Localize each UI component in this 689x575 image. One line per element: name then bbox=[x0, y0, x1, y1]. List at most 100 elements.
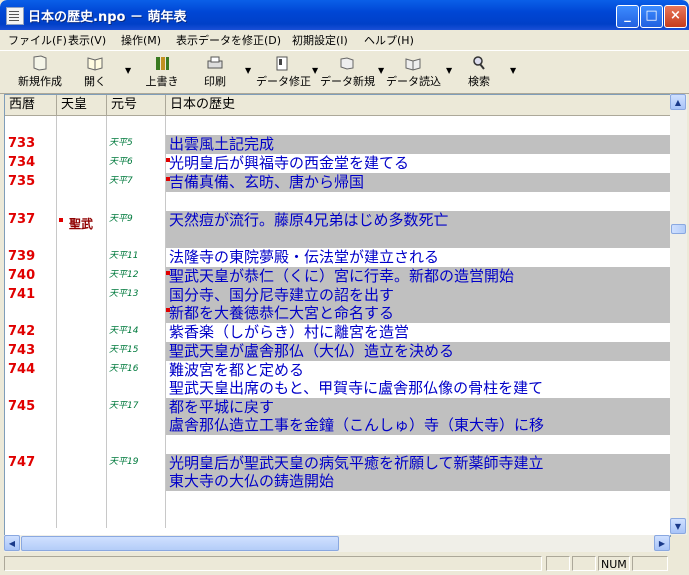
menu-view[interactable]: 表示(V) bbox=[68, 32, 106, 48]
year-cell[interactable]: 745 bbox=[5, 398, 57, 435]
print-dropdown-icon[interactable]: ▼ bbox=[245, 66, 251, 75]
table-row[interactable]: 733 天平5 出雲風土記完成 bbox=[5, 135, 670, 154]
year-cell[interactable]: 733 bbox=[5, 135, 57, 154]
horizontal-scrollbar[interactable]: ◀ ▶ bbox=[4, 535, 670, 552]
year-cell[interactable] bbox=[5, 435, 57, 454]
vertical-scrollbar[interactable]: ▲ ▼ bbox=[670, 94, 687, 535]
era-cell[interactable] bbox=[107, 491, 166, 528]
history-cell[interactable]: 光明皇后が興福寺の西金堂を建てる bbox=[166, 154, 670, 173]
emperor-cell[interactable] bbox=[57, 154, 107, 173]
year-cell[interactable]: 742 bbox=[5, 323, 57, 342]
year-cell[interactable] bbox=[5, 116, 57, 135]
emperor-cell[interactable] bbox=[57, 361, 107, 398]
scroll-right-icon[interactable]: ▶ bbox=[654, 535, 670, 551]
history-cell[interactable]: 都を平城に戻す 盧舎那仏造立工事を金鐘（こんしゅ）寺（東大寺）に移 bbox=[166, 398, 670, 435]
header-history[interactable]: 日本の歴史 bbox=[166, 95, 670, 115]
year-cell[interactable] bbox=[5, 192, 57, 211]
emperor-cell[interactable] bbox=[57, 491, 107, 528]
table-row[interactable] bbox=[5, 192, 670, 211]
era-cell[interactable]: 天平7 bbox=[107, 173, 166, 192]
year-cell[interactable] bbox=[5, 491, 57, 528]
table-row[interactable] bbox=[5, 435, 670, 454]
table-row[interactable]: 739 天平11 法隆寺の東院夢殿・伝法堂が建立される bbox=[5, 248, 670, 267]
emperor-cell[interactable] bbox=[57, 248, 107, 267]
era-cell[interactable] bbox=[107, 435, 166, 454]
history-cell[interactable]: 法隆寺の東院夢殿・伝法堂が建立される bbox=[166, 248, 670, 267]
history-cell[interactable] bbox=[166, 435, 670, 454]
table-row[interactable] bbox=[5, 491, 670, 528]
scroll-down-icon[interactable]: ▼ bbox=[670, 518, 686, 534]
title-bar[interactable]: 日本の歴史.npo － 萌年表 _ □ × bbox=[0, 0, 689, 30]
menu-file[interactable]: ファイル(F) bbox=[8, 32, 67, 48]
emperor-cell[interactable] bbox=[57, 323, 107, 342]
menu-operation[interactable]: 操作(M) bbox=[121, 32, 161, 48]
era-cell[interactable]: 天平14 bbox=[107, 323, 166, 342]
print-button[interactable]: 印刷 bbox=[198, 53, 232, 89]
era-cell[interactable]: 天平6 bbox=[107, 154, 166, 173]
history-cell[interactable] bbox=[166, 491, 670, 528]
search-dropdown-icon[interactable]: ▼ bbox=[510, 66, 516, 75]
table-row[interactable]: 745 天平17 都を平城に戻す 盧舎那仏造立工事を金鐘（こんしゅ）寺（東大寺）に移 bbox=[5, 398, 670, 435]
year-cell[interactable]: 744 bbox=[5, 361, 57, 398]
table-row[interactable]: 744 天平16 難波宮を都と定める 聖武天皇出席のもと、甲賀寺に盧舎那仏像の骨柱を建… bbox=[5, 361, 670, 398]
history-cell[interactable]: 吉備真備、玄昉、唐から帰国 bbox=[166, 173, 670, 192]
era-cell[interactable]: 天平13 bbox=[107, 286, 166, 323]
table-row[interactable]: 743 天平15 聖武天皇が盧舎那仏（大仏）造立を決める bbox=[5, 342, 670, 361]
emperor-cell[interactable] bbox=[57, 342, 107, 361]
data-new-dropdown-icon[interactable]: ▼ bbox=[378, 66, 384, 75]
year-cell[interactable]: 743 bbox=[5, 342, 57, 361]
data-edit-dropdown-icon[interactable]: ▼ bbox=[312, 66, 318, 75]
emperor-cell[interactable] bbox=[57, 192, 107, 211]
year-cell[interactable]: 739 bbox=[5, 248, 57, 267]
era-cell[interactable]: 天平16 bbox=[107, 361, 166, 398]
open-dropdown-icon[interactable]: ▼ bbox=[125, 66, 131, 75]
history-cell[interactable]: 難波宮を都と定める 聖武天皇出席のもと、甲賀寺に盧舎那仏像の骨柱を建て bbox=[166, 361, 670, 398]
history-cell[interactable]: 聖武天皇が盧舎那仏（大仏）造立を決める bbox=[166, 342, 670, 361]
year-cell[interactable]: 734 bbox=[5, 154, 57, 173]
emperor-cell[interactable] bbox=[57, 454, 107, 491]
history-cell[interactable]: 出雲風土記完成 bbox=[166, 135, 670, 154]
menu-edit-data[interactable]: 表示データを修正(D) bbox=[176, 32, 281, 48]
table-row[interactable]: 742 天平14 紫香楽（しがらき）村に離宮を造営 bbox=[5, 323, 670, 342]
data-read-dropdown-icon[interactable]: ▼ bbox=[446, 66, 452, 75]
table-row[interactable]: 737 聖武 天平9 天然痘が流行。藤原4兄弟はじめ多数死亡 bbox=[5, 211, 670, 248]
menu-settings[interactable]: 初期設定(I) bbox=[292, 32, 348, 48]
emperor-cell[interactable] bbox=[57, 135, 107, 154]
data-new-button[interactable]: データ新規 bbox=[320, 53, 375, 89]
emperor-cell[interactable] bbox=[57, 286, 107, 323]
history-cell[interactable] bbox=[166, 192, 670, 211]
era-cell[interactable] bbox=[107, 116, 166, 135]
emperor-cell[interactable] bbox=[57, 398, 107, 435]
table-row[interactable]: 741 天平13 国分寺、国分尼寺建立の詔を出す 新都を大養徳恭仁大宮と命名する bbox=[5, 286, 670, 323]
emperor-cell[interactable]: 聖武 bbox=[57, 211, 107, 248]
table-row[interactable]: 747 天平19 光明皇后が聖武天皇の病気平癒を祈願して新薬師寺建立 東大寺の大仏の鋳… bbox=[5, 454, 670, 491]
header-era[interactable]: 元号 bbox=[107, 95, 166, 115]
year-cell[interactable]: 737 bbox=[5, 211, 57, 248]
menu-help[interactable]: ヘルプ(H) bbox=[364, 32, 414, 48]
era-cell[interactable]: 天平15 bbox=[107, 342, 166, 361]
era-cell[interactable]: 天平11 bbox=[107, 248, 166, 267]
year-cell[interactable]: 741 bbox=[5, 286, 57, 323]
era-cell[interactable]: 天平17 bbox=[107, 398, 166, 435]
timeline-grid[interactable]: 西暦 天皇 元号 日本の歴史 733 天平5 出雲風土記完成 734 天平6 光明皇后が興… bbox=[4, 94, 671, 537]
new-button[interactable]: 新規作成 bbox=[12, 53, 68, 89]
table-row[interactable]: 734 天平6 光明皇后が興福寺の西金堂を建てる bbox=[5, 154, 670, 173]
era-cell[interactable]: 天平19 bbox=[107, 454, 166, 491]
table-row[interactable]: 735 天平7 吉備真備、玄昉、唐から帰国 bbox=[5, 173, 670, 192]
history-cell[interactable] bbox=[166, 116, 670, 135]
search-button[interactable]: 検索 bbox=[462, 53, 496, 89]
year-cell[interactable]: 740 bbox=[5, 267, 57, 286]
history-cell[interactable]: 紫香楽（しがらき）村に離宮を造営 bbox=[166, 323, 670, 342]
scroll-left-icon[interactable]: ◀ bbox=[4, 535, 20, 551]
overwrite-button[interactable]: 上書き bbox=[142, 53, 182, 89]
table-row[interactable]: 740 天平12 聖武天皇が恭仁（くに）宮に行幸。新都の造営開始 bbox=[5, 267, 670, 286]
table-row[interactable] bbox=[5, 116, 670, 135]
data-edit-button[interactable]: データ修正 bbox=[256, 53, 311, 89]
history-cell[interactable]: 国分寺、国分尼寺建立の詔を出す 新都を大養徳恭仁大宮と命名する bbox=[166, 286, 670, 323]
era-cell[interactable]: 天平9 bbox=[107, 211, 166, 248]
maximize-button[interactable]: □ bbox=[640, 5, 663, 28]
emperor-cell[interactable] bbox=[57, 435, 107, 454]
horizontal-scroll-thumb[interactable] bbox=[21, 536, 339, 551]
year-cell[interactable]: 735 bbox=[5, 173, 57, 192]
header-emperor[interactable]: 天皇 bbox=[57, 95, 107, 115]
